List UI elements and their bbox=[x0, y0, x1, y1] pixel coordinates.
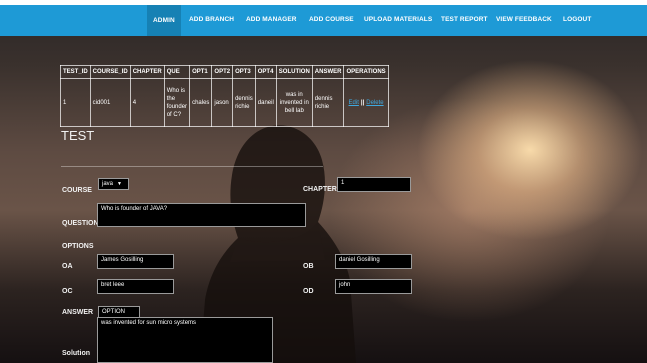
table-row: 1 cid001 4 Who is the founder of C? chal… bbox=[60, 78, 389, 127]
cell-opt4: daneil bbox=[254, 78, 277, 127]
nav-upload-materials[interactable]: UPLOAD MATERIALS bbox=[364, 13, 432, 27]
option-a-input[interactable]: James Gosilling bbox=[97, 254, 174, 269]
cell-chapter: 4 bbox=[129, 78, 165, 127]
column-header: TEST_ID bbox=[60, 65, 91, 79]
column-header: QUE bbox=[163, 65, 191, 79]
nav-logout[interactable]: LOGOUT bbox=[563, 13, 591, 27]
column-header: OPT1 bbox=[189, 65, 213, 79]
table-header-row: TEST_ID COURSE_ID CHAPTER QUE OPT1 OPT2 … bbox=[60, 65, 389, 79]
answer-label: ANSWER bbox=[62, 309, 94, 316]
questions-table: TEST_ID COURSE_ID CHAPTER QUE OPT1 OPT2 … bbox=[60, 65, 389, 127]
cell-answer: dennis richie bbox=[311, 78, 345, 127]
cell-opt2: jason bbox=[211, 78, 234, 127]
cell-operations: Edit || Delete bbox=[343, 78, 389, 127]
oc-label: OC bbox=[62, 288, 73, 295]
options-label: OPTIONS bbox=[62, 243, 94, 250]
column-header: OPT4 bbox=[254, 65, 277, 79]
column-header: OPERATIONS bbox=[343, 65, 389, 79]
column-header: OPT3 bbox=[232, 65, 256, 79]
column-header: COURSE_ID bbox=[89, 65, 131, 79]
nav-view-feedback[interactable]: VIEW FEEDBACK bbox=[496, 13, 552, 27]
divider bbox=[61, 166, 323, 167]
course-select[interactable]: java ▼ bbox=[98, 178, 129, 190]
course-selected-value: java bbox=[102, 181, 114, 187]
cell-solution: was in invented in bell lab bbox=[275, 78, 313, 127]
page: ADMIN ADD BRANCH ADD MANAGER ADD COURSE … bbox=[0, 0, 647, 363]
top-navbar: ADMIN ADD BRANCH ADD MANAGER ADD COURSE … bbox=[0, 0, 647, 36]
nav-add-course[interactable]: ADD COURSE bbox=[309, 13, 354, 27]
solution-label: Solution bbox=[62, 350, 90, 357]
operations-separator: || bbox=[360, 99, 365, 106]
chevron-down-icon: ▼ bbox=[117, 181, 122, 187]
course-label: COURSE bbox=[62, 187, 92, 194]
chapter-label: CHAPTER bbox=[303, 186, 337, 193]
ob-label: OB bbox=[303, 263, 314, 270]
nav-add-manager[interactable]: ADD MANAGER bbox=[246, 13, 297, 27]
column-header: CHAPTER bbox=[129, 65, 165, 79]
od-label: OD bbox=[303, 288, 314, 295]
cell-opt3: dennis richie bbox=[232, 78, 256, 127]
cell-course-id: cid001 bbox=[89, 78, 131, 127]
cell-test-id: 1 bbox=[60, 78, 91, 127]
oa-label: OA bbox=[62, 263, 73, 270]
nav-admin[interactable]: ADMIN bbox=[147, 5, 181, 36]
chapter-input[interactable]: 1 bbox=[337, 177, 411, 192]
column-header: OPT2 bbox=[211, 65, 234, 79]
question-input[interactable]: Who is founder of JAVA? bbox=[97, 203, 306, 227]
solution-textarea[interactable]: was invented for sun micro systems bbox=[97, 317, 273, 363]
cell-opt1: chales bbox=[189, 78, 213, 127]
column-header: ANSWER bbox=[311, 65, 345, 79]
delete-link[interactable]: Delete bbox=[366, 100, 383, 106]
page-title: TEST bbox=[61, 128, 95, 143]
option-b-input[interactable]: daniel Gosilling bbox=[335, 254, 412, 269]
edit-link[interactable]: Edit bbox=[349, 100, 359, 106]
option-c-input[interactable]: bret leee bbox=[97, 279, 174, 294]
question-label: QUESTION bbox=[62, 220, 99, 227]
navbar-top-strip bbox=[0, 0, 647, 5]
nav-add-branch[interactable]: ADD BRANCH bbox=[189, 13, 234, 27]
nav-test-report[interactable]: TEST REPORT bbox=[441, 13, 488, 27]
option-d-input[interactable]: john bbox=[335, 279, 412, 294]
cell-question: Who is the founder of C? bbox=[163, 78, 191, 127]
column-header: SOLUTION bbox=[275, 65, 313, 79]
